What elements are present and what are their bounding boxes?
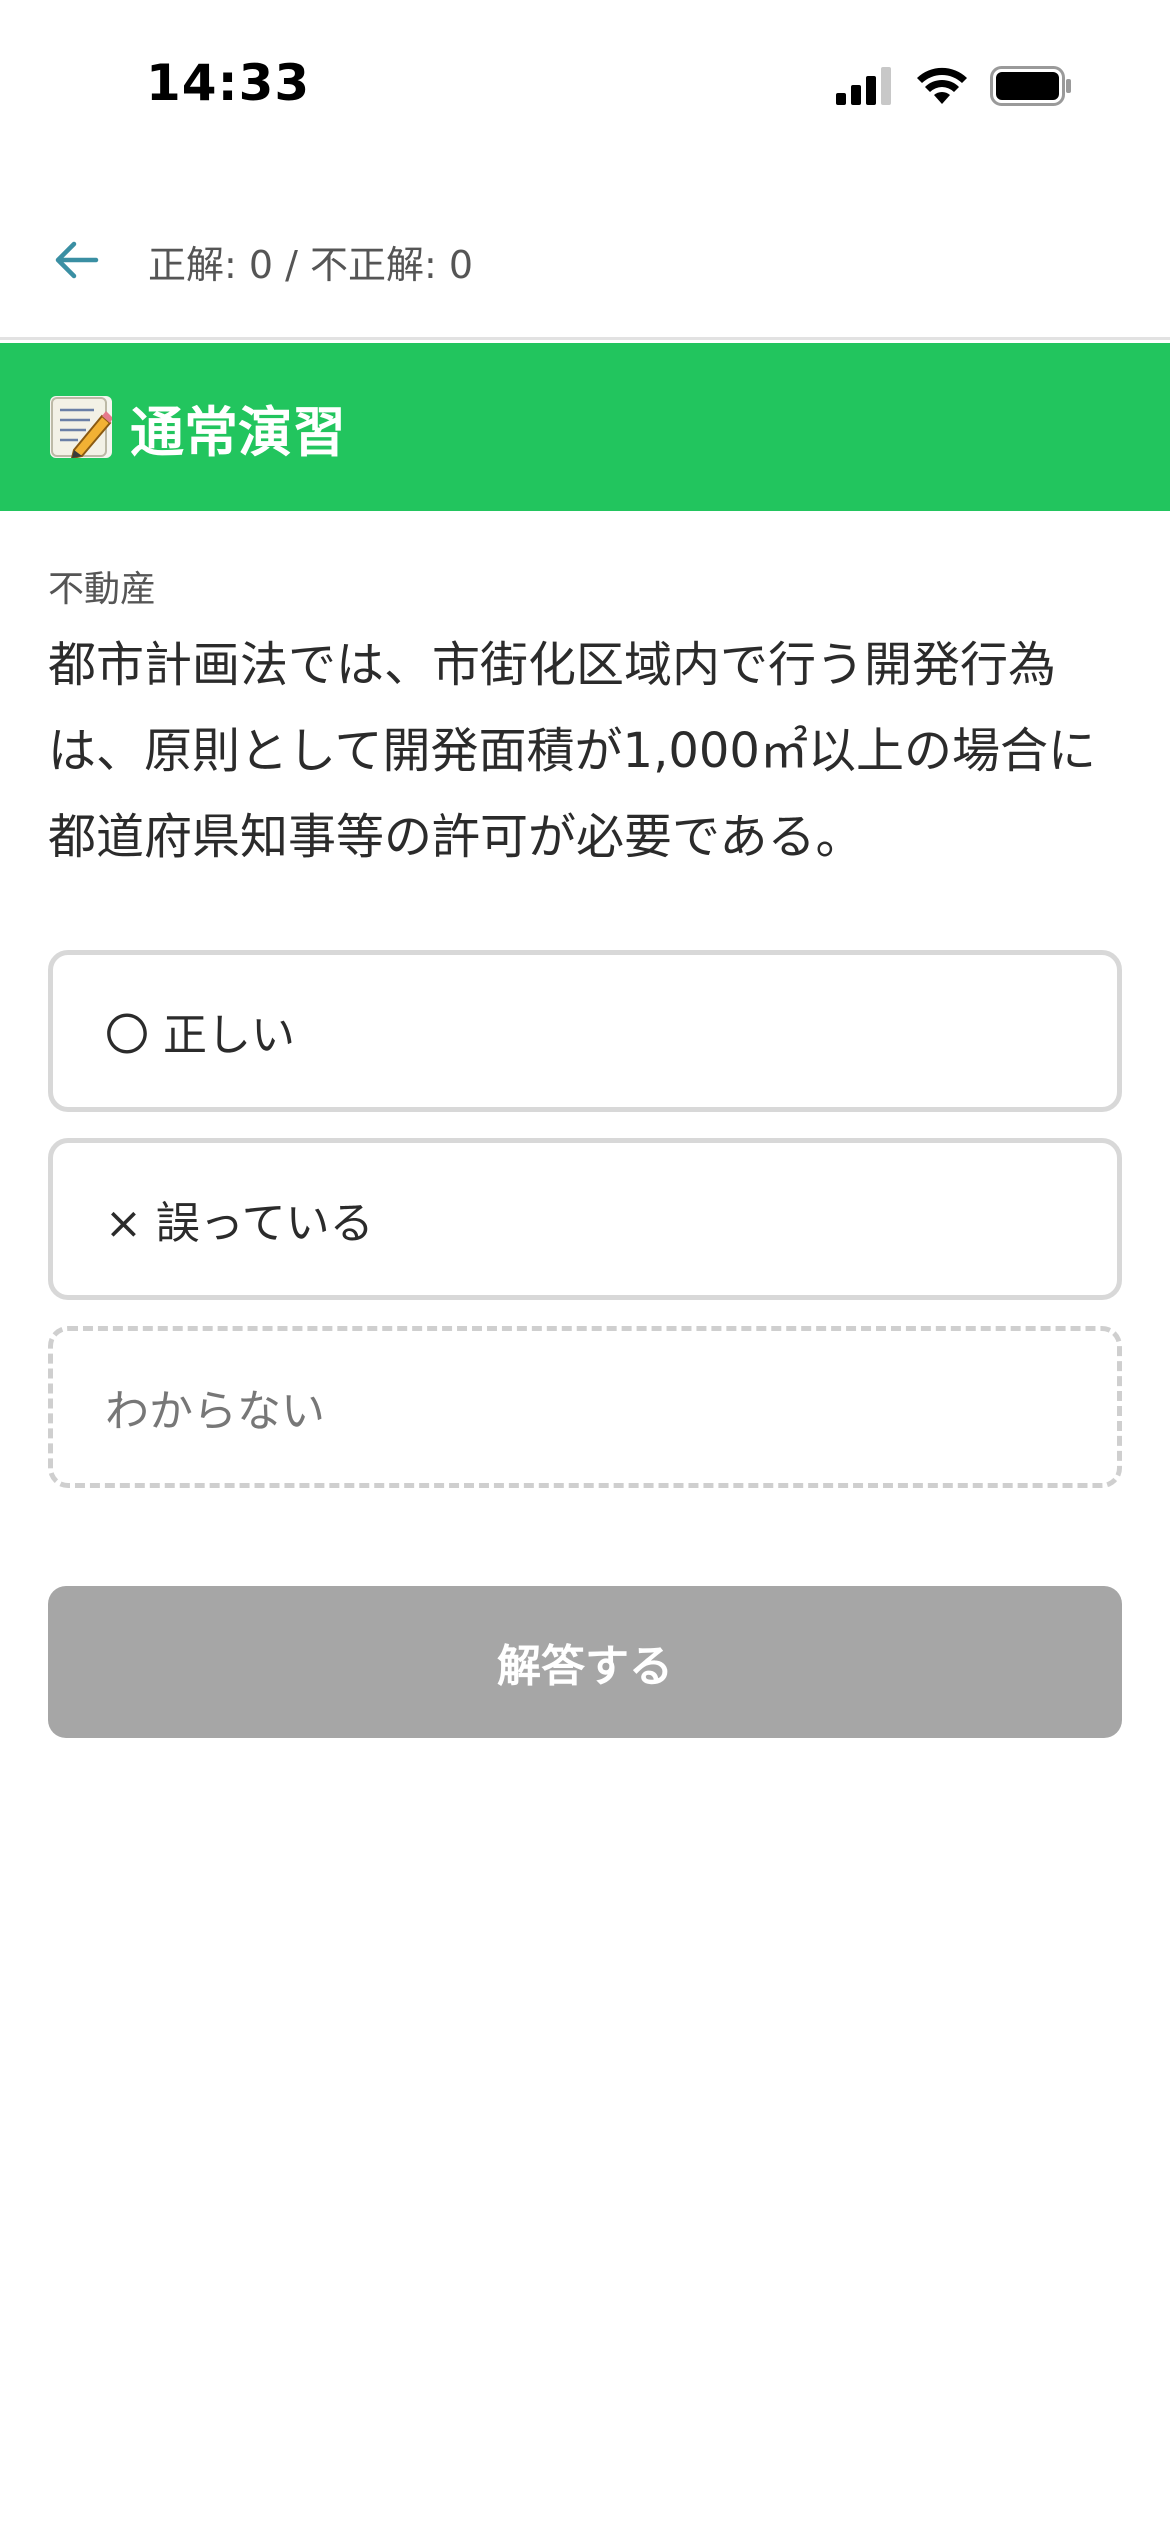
option-false[interactable]: × 誤っている: [48, 1138, 1122, 1300]
option-true[interactable]: 〇 正しい: [48, 950, 1122, 1112]
battery-icon: [990, 66, 1071, 106]
mode-title: 通常演習: [130, 400, 346, 464]
memo-icon: [50, 396, 112, 458]
status-time: 14:33: [146, 54, 311, 112]
status-icons: [836, 62, 1072, 110]
option-unknown-label: わからない: [105, 1386, 325, 1437]
submit-answer-button[interactable]: 解答する: [48, 1586, 1122, 1738]
status-bar: 14:33: [0, 0, 1170, 170]
wifi-icon: [917, 67, 967, 104]
question-text: 都市計画法では、市街化区域内で行う開発行為は、原則として開発面積が1,000㎡以…: [48, 637, 1096, 865]
arrow-left-icon: [55, 241, 99, 279]
back-button[interactable]: [46, 230, 106, 290]
score-counter: 正解: 0 / 不正解: 0: [148, 243, 474, 287]
option-unknown[interactable]: わからない: [48, 1326, 1122, 1488]
cellular-signal-icon: [836, 67, 891, 105]
option-true-label: 〇 正しい: [105, 1010, 295, 1061]
mode-banner: 通常演習: [0, 343, 1170, 511]
question-category: 不動産: [48, 569, 157, 610]
nav-bar: 正解: 0 / 不正解: 0: [0, 190, 1170, 340]
option-false-label: × 誤っている: [105, 1198, 374, 1249]
